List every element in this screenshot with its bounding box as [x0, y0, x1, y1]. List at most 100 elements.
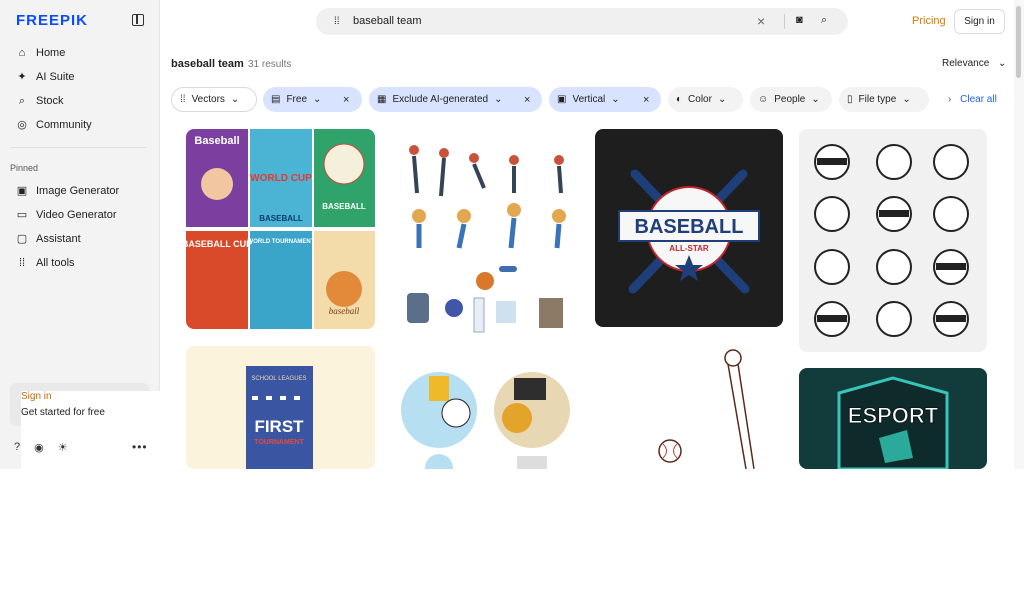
esport-artwork: ESPORT — [837, 376, 949, 469]
camera-icon[interactable]: ◙ — [796, 14, 803, 26]
sidebar-item-home[interactable]: ⌂ Home — [16, 43, 66, 63]
filter-free[interactable]: ▤ Free ⌄ × — [263, 87, 362, 112]
filter-vertical[interactable]: ▣ Vertical ⌄ × — [549, 87, 661, 112]
chevron-down-icon: ⌄ — [494, 94, 503, 105]
sort-label: Relevance — [942, 58, 990, 69]
chevron-down-icon: ⌄ — [717, 94, 727, 105]
allstar-logo-artwork: BASEBALL ALL-STAR — [618, 169, 760, 294]
results-title: baseball team — [171, 58, 244, 70]
filter-label: Exclude AI-generated — [392, 94, 489, 105]
chevron-right-icon: › — [948, 94, 952, 105]
sidebar: FREEPIK ⌂ Home ✦ AI Suite ⌕ Stock ◎ Comm… — [0, 0, 210, 602]
clear-all-filters[interactable]: › Clear all — [948, 94, 997, 105]
players-artwork — [407, 145, 566, 333]
sidebar-item-assistant[interactable]: ▢ Assistant — [16, 229, 81, 249]
filter-file-type[interactable]: ▯ File type ⌄ — [839, 87, 929, 112]
file-icon: ▯ — [847, 94, 853, 105]
poster-text: BASEBALL CUP — [186, 239, 252, 249]
result-tile-posters[interactable]: Baseball WORLD CUP BASEBALL BASEBALL BAS… — [186, 129, 375, 329]
sidebar-item-ai-suite[interactable]: ✦ AI Suite — [16, 67, 75, 87]
tournament-artwork: SCHOOL LEAGUES FIRST TOURNAMENT — [246, 366, 313, 469]
sport-icons-artwork — [401, 372, 570, 469]
result-tile-sport-icons[interactable] — [399, 368, 574, 469]
filter-label: People — [774, 94, 806, 105]
result-tile-bat-ball[interactable] — [630, 346, 760, 469]
result-tile-esport[interactable]: ESPORT — [799, 368, 987, 469]
chevron-down-icon: ⌄ — [811, 94, 820, 105]
poster-text: BASEBALL — [259, 214, 303, 223]
discord-icon[interactable]: ◉ — [34, 441, 44, 454]
search-icon: ⌕ — [18, 94, 26, 107]
posters-artwork: Baseball WORLD CUP BASEBALL BASEBALL BAS… — [186, 129, 375, 329]
pinned-heading: Pinned — [10, 163, 39, 173]
sidebar-item-label: Video Generator — [36, 209, 117, 221]
search-bar[interactable]: ⁞⁞ baseball team × ◙ ⌕ — [316, 8, 848, 35]
theme-icon[interactable]: ☀ — [58, 441, 68, 454]
sidebar-footer: ? ◉ ☀ — [14, 441, 68, 454]
home-icon: ⌂ — [18, 46, 26, 59]
search-type-icon[interactable]: ⁞⁞ — [334, 16, 340, 27]
signin-card-subtitle: Get started for free — [21, 407, 196, 602]
result-tile-emblems[interactable] — [799, 129, 987, 352]
filter-label: Vectors — [191, 94, 225, 105]
remove-ai-filter-icon[interactable]: × — [524, 94, 530, 106]
sidebar-item-all-tools[interactable]: ⁞⁞ All tools — [16, 253, 75, 273]
video-icon: ▭ — [16, 208, 28, 221]
search-input[interactable]: baseball team — [353, 15, 422, 27]
filter-label: Vertical — [572, 94, 606, 105]
esport-text: ESPORT — [848, 403, 939, 428]
search-icon[interactable]: ⌕ — [821, 14, 827, 27]
poster-text: BASEBALL — [322, 202, 366, 211]
sidebar-item-community[interactable]: ◎ Community — [16, 115, 91, 135]
collapse-sidebar-icon[interactable] — [132, 14, 144, 26]
pricing-link[interactable]: Pricing — [912, 15, 946, 27]
sidebar-item-video-generator[interactable]: ▭ Video Generator — [16, 205, 117, 225]
remove-vertical-filter-icon[interactable]: × — [643, 94, 649, 106]
scrollbar-thumb[interactable] — [1016, 6, 1021, 78]
image-icon: ▣ — [16, 184, 28, 197]
poster-text: Baseball — [194, 135, 239, 147]
vectors-icon: ⁞⁞ — [180, 94, 186, 105]
sidebar-divider — [10, 147, 147, 148]
filter-color[interactable]: ◐ Color ⌄ — [668, 87, 743, 112]
remove-free-filter-icon[interactable]: × — [343, 94, 349, 106]
sidebar-item-image-generator[interactable]: ▣ Image Generator — [16, 181, 119, 201]
tournament-league: SCHOOL LEAGUES — [251, 376, 306, 382]
filter-label: Free — [286, 94, 308, 105]
sort-select[interactable]: Relevance ⌄ — [942, 58, 1006, 69]
help-icon[interactable]: ? — [14, 441, 20, 454]
result-tile-allstar-logo[interactable]: BASEBALL ALL-STAR — [595, 129, 783, 327]
filter-exclude-ai[interactable]: ▦ Exclude AI-generated ⌄ × — [369, 87, 542, 112]
emblems-artwork — [814, 144, 969, 337]
results-count: 31 results — [248, 59, 292, 70]
grid-icon: ⁞⁞ — [18, 256, 26, 269]
filter-label: File type — [858, 94, 897, 105]
sidebar-item-label: Image Generator — [36, 185, 120, 197]
poster-text: baseball — [329, 306, 360, 316]
poster-text: WORLD TOURNAMENT — [248, 239, 315, 245]
sidebar-item-label: Home — [36, 47, 66, 59]
tournament-title: FIRST — [254, 417, 304, 436]
sidebar-item-label: AI Suite — [36, 71, 75, 83]
signin-button[interactable]: Sign in — [954, 9, 1005, 34]
clear-search-icon[interactable]: × — [757, 13, 765, 29]
chevron-down-icon: ⌄ — [611, 94, 620, 105]
filter-vectors[interactable]: ⁞⁞ Vectors ⌄ — [171, 87, 257, 112]
chevron-down-icon: ⌄ — [902, 94, 911, 105]
signin-card[interactable]: Sign in Get started for free — [10, 383, 210, 602]
chat-icon: ▢ — [16, 232, 28, 245]
clear-all-label: Clear all — [960, 94, 997, 105]
poster-text: WORLD CUP — [250, 173, 312, 184]
more-icon[interactable]: ••• — [132, 440, 148, 454]
result-tile-tournament[interactable]: SCHOOL LEAGUES FIRST TOURNAMENT — [186, 346, 375, 469]
sidebar-item-label: Stock — [36, 95, 64, 107]
sidebar-item-label: Assistant — [36, 233, 81, 245]
chevron-down-icon: ⌄ — [230, 94, 240, 105]
filter-people[interactable]: ☺ People ⌄ — [750, 87, 832, 112]
tournament-subtitle: TOURNAMENT — [254, 439, 304, 446]
logo-subtext: ALL-STAR — [669, 244, 709, 253]
sidebar-item-stock[interactable]: ⌕ Stock — [16, 91, 64, 111]
result-tile-players[interactable] — [399, 138, 574, 333]
bat-ball-artwork — [658, 349, 755, 469]
freepik-logo[interactable]: FREEPIK — [16, 12, 88, 29]
